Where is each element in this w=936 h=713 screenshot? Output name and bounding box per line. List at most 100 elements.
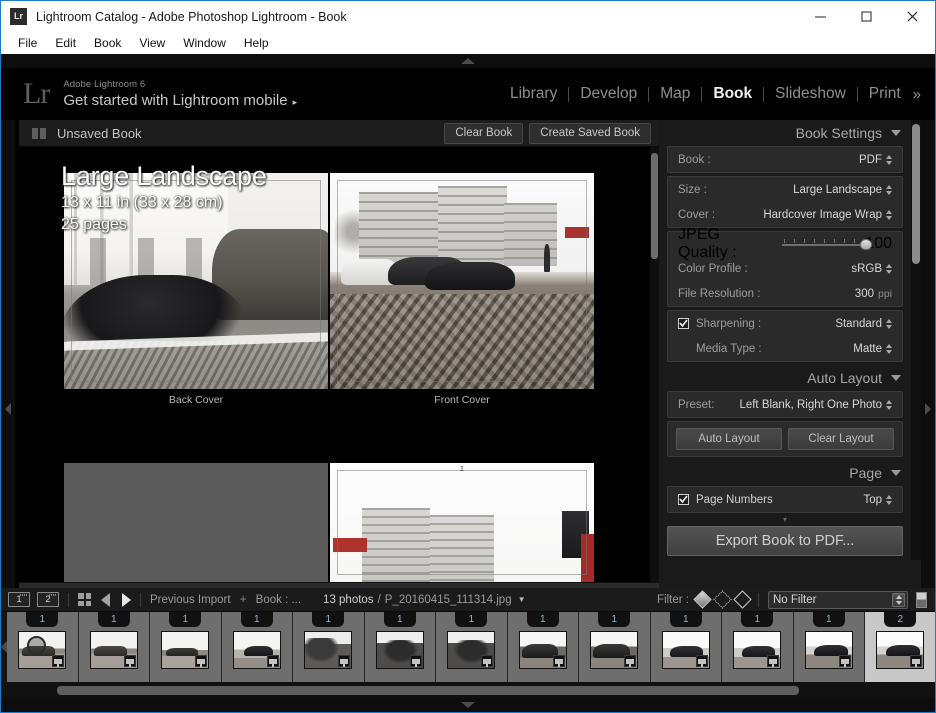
page-numbers-row[interactable]: Page Numbers Top: [668, 487, 902, 512]
menu-item-book[interactable]: Book: [85, 34, 130, 52]
thumbnail-image[interactable]: [161, 631, 210, 669]
book-cover-stepper-icon[interactable]: [886, 209, 892, 220]
thumbnail-image[interactable]: [590, 631, 639, 669]
list-item[interactable]: 1: [722, 612, 794, 682]
book-format-value-wrap[interactable]: PDF: [859, 154, 892, 166]
thumbnail-image[interactable]: [876, 631, 925, 669]
page-numbers-checkbox[interactable]: [678, 494, 689, 505]
menu-item-file[interactable]: File: [9, 34, 46, 52]
list-item[interactable]: 1: [364, 612, 436, 682]
book-size-value-wrap[interactable]: Large Landscape: [793, 184, 892, 196]
thumbnail-image[interactable]: [375, 631, 424, 669]
auto-layout-header[interactable]: Auto Layout: [659, 365, 911, 391]
list-item[interactable]: 1: [78, 612, 150, 682]
preset-row[interactable]: Preset: Left Blank, Right One Photo: [668, 392, 902, 417]
list-item[interactable]: 1: [579, 612, 651, 682]
book-size-row[interactable]: Size : Large Landscape: [668, 177, 902, 202]
media-type-row[interactable]: Media Type : Matte: [668, 336, 902, 361]
thumbnail-image[interactable]: [661, 631, 710, 669]
right-panel-scrollbar[interactable]: [911, 120, 921, 560]
jpeg-quality-slider[interactable]: [781, 238, 872, 250]
sharpening-checkbox[interactable]: [678, 318, 689, 329]
menu-item-window[interactable]: Window: [174, 34, 235, 52]
top-panel-collapse-toggle[interactable]: [1, 54, 935, 68]
preset-stepper-icon[interactable]: [886, 399, 892, 410]
clear-layout-button[interactable]: Clear Layout: [788, 428, 894, 450]
menu-item-help[interactable]: Help: [235, 34, 278, 52]
filmstrip-collapse-toggle[interactable]: [1, 698, 935, 712]
list-item-selected[interactable]: 2: [865, 612, 935, 682]
book-preview-canvas[interactable]: Large Landscape 13 x 11 in (33 x 28 cm) …: [19, 147, 659, 582]
flag-rejected-icon[interactable]: [733, 590, 752, 609]
flag-unflagged-icon[interactable]: [713, 590, 732, 609]
module-map[interactable]: Map: [649, 85, 701, 103]
page-panel-header[interactable]: Page: [659, 460, 911, 486]
close-button[interactable]: [889, 1, 935, 32]
thumbnail-image[interactable]: [804, 631, 853, 669]
back-cover-page[interactable]: [64, 173, 328, 389]
filter-lock-icon[interactable]: [916, 591, 927, 608]
go-forward-icon[interactable]: [122, 592, 131, 607]
list-item[interactable]: 1: [221, 612, 293, 682]
page-numbers-stepper-icon[interactable]: [886, 494, 892, 505]
auto-layout-button[interactable]: Auto Layout: [676, 428, 782, 450]
right-panel-scrollbar-thumb[interactable]: [912, 124, 920, 264]
preset-value-wrap[interactable]: Left Blank, Right One Photo: [739, 399, 892, 411]
page-numbers-value-wrap[interactable]: Top: [863, 494, 892, 506]
filter-preset-select[interactable]: No Filter: [768, 590, 908, 609]
export-book-button[interactable]: Export Book to PDF...: [667, 526, 903, 556]
minimize-button[interactable]: [797, 1, 843, 32]
menu-item-edit[interactable]: Edit: [46, 34, 85, 52]
thumbnail-image[interactable]: [18, 631, 67, 669]
breadcrumb-plus[interactable]: +: [240, 594, 247, 606]
book-format-stepper-icon[interactable]: [886, 154, 892, 165]
clear-book-button[interactable]: Clear Book: [444, 122, 524, 144]
front-cover-page[interactable]: [330, 173, 594, 389]
filmstrip-source-info[interactable]: 13 photos / P_20160415_111314.jpg ▼: [323, 594, 525, 606]
blank-left-page[interactable]: [64, 463, 328, 582]
screen-two-button[interactable]: 2: [37, 592, 59, 607]
thumbnail-image[interactable]: [733, 631, 782, 669]
menu-item-view[interactable]: View: [130, 34, 174, 52]
book-size-stepper-icon[interactable]: [886, 184, 892, 195]
sharpening-stepper-icon[interactable]: [886, 318, 892, 329]
book-settings-header[interactable]: Book Settings: [659, 120, 911, 146]
book-cover-row[interactable]: Cover : Hardcover Image Wrap: [668, 202, 902, 227]
thumbnail-image[interactable]: [518, 631, 567, 669]
thumbnail-image[interactable]: [447, 631, 496, 669]
media-type-stepper-icon[interactable]: [886, 343, 892, 354]
filmstrip-horizontal-scrollbar[interactable]: [1, 682, 935, 698]
maximize-button[interactable]: [843, 1, 889, 32]
sharpening-row[interactable]: Sharpening : Standard: [668, 311, 902, 336]
filter-stepper-icon[interactable]: [892, 592, 905, 607]
chevron-down-icon[interactable]: ▼: [518, 595, 526, 604]
list-item[interactable]: 1: [507, 612, 579, 682]
go-back-icon[interactable]: [101, 592, 110, 607]
module-book[interactable]: Book: [702, 85, 763, 103]
file-resolution-value-wrap[interactable]: 300 ppi: [855, 288, 892, 300]
create-saved-book-button[interactable]: Create Saved Book: [529, 122, 651, 144]
thumbnail-image[interactable]: [304, 631, 353, 669]
thumbnail-image[interactable]: [89, 631, 138, 669]
list-item[interactable]: 1: [793, 612, 865, 682]
list-item[interactable]: 1: [650, 612, 722, 682]
file-resolution-row[interactable]: File Resolution : 300 ppi: [668, 281, 902, 306]
breadcrumb-previous-import[interactable]: Previous Import: [150, 594, 231, 606]
book-cover-value-wrap[interactable]: Hardcover Image Wrap: [763, 209, 892, 221]
list-item[interactable]: 1: [436, 612, 508, 682]
thumbnail-image[interactable]: [232, 631, 281, 669]
preview-scrollbar[interactable]: [650, 147, 659, 582]
module-library[interactable]: Library: [499, 85, 568, 103]
list-item[interactable]: 1: [293, 612, 365, 682]
module-slideshow[interactable]: Slideshow: [764, 85, 857, 103]
module-develop[interactable]: Develop: [569, 85, 648, 103]
book-format-row[interactable]: Book : PDF: [668, 147, 902, 172]
color-profile-stepper-icon[interactable]: [886, 263, 892, 274]
preview-scrollbar-thumb[interactable]: [651, 153, 658, 259]
identity-plate[interactable]: Adobe Lightroom 6 Get started with Light…: [63, 79, 297, 109]
slider-knob[interactable]: [859, 238, 872, 250]
module-print[interactable]: Print: [858, 85, 912, 103]
sharpening-value-wrap[interactable]: Standard: [835, 318, 892, 330]
grid-view-icon[interactable]: [78, 593, 91, 606]
list-item[interactable]: 1: [150, 612, 222, 682]
